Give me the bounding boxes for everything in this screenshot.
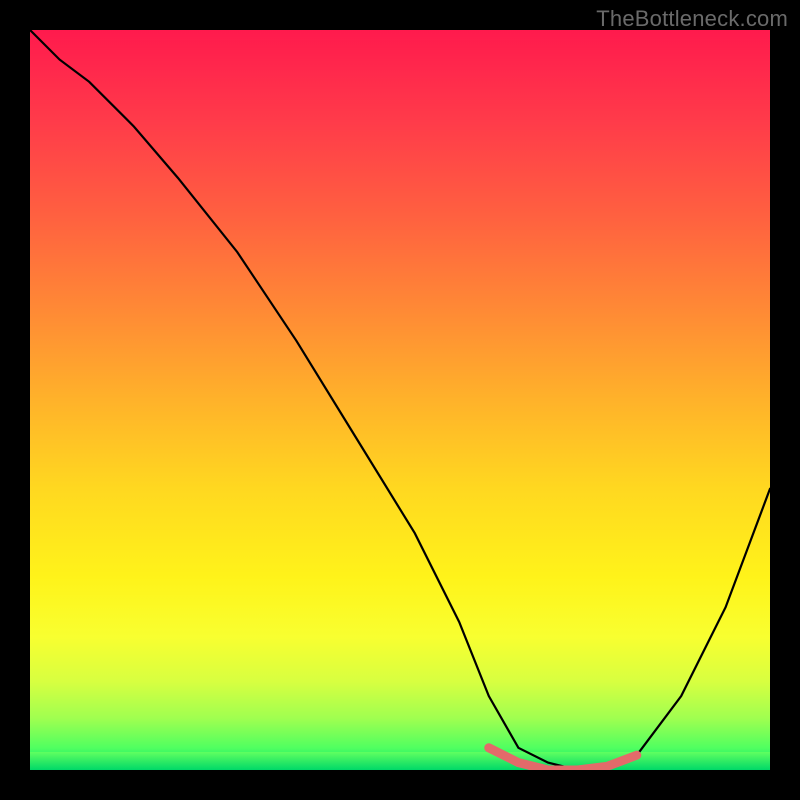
watermark-text: TheBottleneck.com	[596, 6, 788, 32]
plot-area	[30, 30, 770, 770]
bottleneck-curve-svg	[30, 30, 770, 770]
bottleneck-curve-path	[30, 30, 770, 770]
optimal-range-highlight	[489, 748, 637, 770]
chart-frame: TheBottleneck.com	[0, 0, 800, 800]
